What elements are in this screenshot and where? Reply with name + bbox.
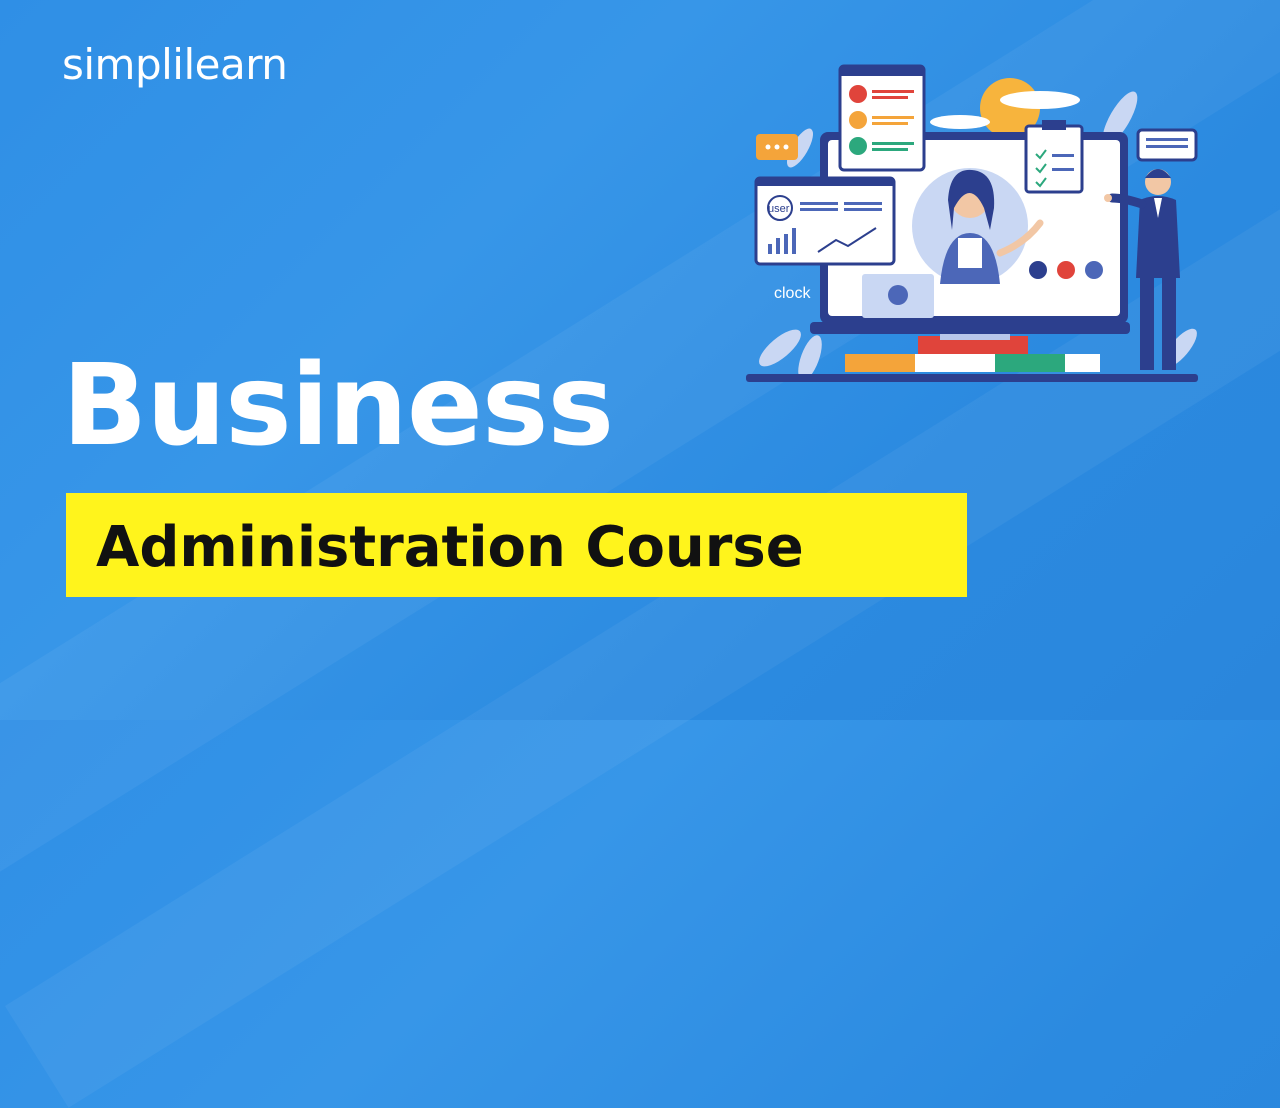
- cloud: [1000, 91, 1080, 109]
- monitor-base: [810, 322, 1130, 334]
- user-avatar: [849, 85, 867, 103]
- user-avatar: [849, 111, 867, 129]
- subtitle-text: Administration Course: [96, 515, 804, 580]
- user-avatar: [849, 137, 867, 155]
- user-label: user: [768, 203, 790, 215]
- brand-logo: simplilearn: [62, 40, 288, 89]
- page-title: Business: [62, 341, 614, 471]
- book: [845, 354, 915, 372]
- cloud: [930, 115, 990, 129]
- book: [1065, 354, 1100, 372]
- clipboard: [1024, 124, 1084, 194]
- clock-label: clock: [774, 285, 811, 302]
- subtitle-banner: Administration Course: [66, 493, 967, 597]
- course-illustration: clock user: [746, 64, 1198, 382]
- play-icon: [888, 285, 908, 305]
- monitor-stand: [940, 334, 1010, 340]
- mic-icon: [1085, 261, 1103, 279]
- phone-icon: [1029, 261, 1047, 279]
- desk: [746, 374, 1198, 382]
- book: [915, 354, 995, 372]
- book: [995, 354, 1065, 372]
- video-icon: [1057, 261, 1075, 279]
